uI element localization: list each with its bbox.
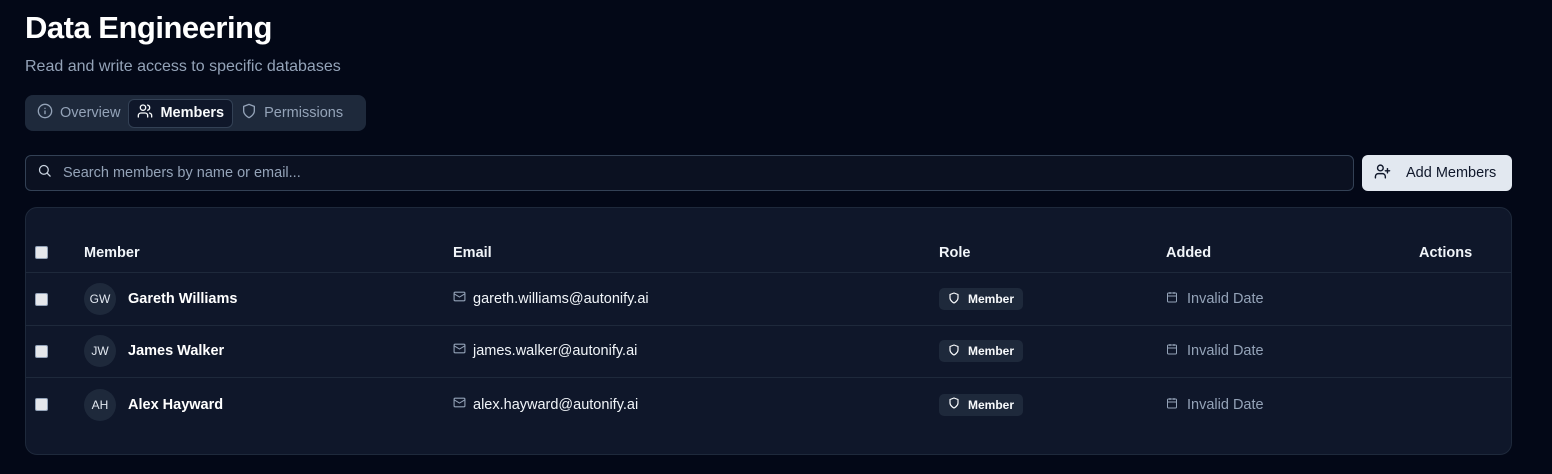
added-date: Invalid Date	[1187, 343, 1264, 359]
added-cell: Invalid Date	[1166, 273, 1264, 325]
row-checkbox[interactable]	[35, 398, 48, 411]
shield-icon	[948, 343, 960, 359]
added-date: Invalid Date	[1187, 291, 1264, 307]
role-cell: Member	[939, 378, 1024, 431]
add-members-button[interactable]: Add Members	[1362, 155, 1512, 191]
added-cell: Invalid Date	[1166, 325, 1264, 377]
role-badge: Member	[939, 288, 1024, 310]
member-email: gareth.williams@autonify.ai	[473, 291, 649, 307]
email-cell: alex.hayward@autonify.ai	[453, 378, 638, 431]
avatar: AH	[84, 388, 116, 421]
role-badge: Member	[939, 340, 1024, 362]
row-checkbox[interactable]	[35, 292, 48, 306]
mail-icon	[453, 290, 466, 308]
avatar: GW	[84, 283, 116, 315]
search-input[interactable]	[63, 165, 1263, 181]
calendar-icon	[1166, 342, 1178, 360]
member-name: Alex Hayward	[128, 396, 224, 413]
role-badge: Member	[939, 393, 1024, 416]
select-all-cell	[35, 233, 48, 272]
added-date: Invalid Date	[1187, 396, 1264, 413]
table-row[interactable]: JW James Walker james.walker@autonify.ai…	[26, 325, 1511, 378]
add-members-label: Add Members	[1406, 165, 1497, 181]
column-header-role[interactable]: Role	[939, 233, 970, 272]
row-select-cell	[35, 378, 48, 431]
page: Data Engineering Read and write access t…	[0, 0, 1552, 474]
member-cell: AH Alex Hayward	[84, 378, 223, 431]
shield-icon	[241, 103, 257, 123]
tab-overview[interactable]: Overview	[29, 99, 128, 128]
column-header-member[interactable]: Member	[84, 233, 140, 272]
member-name: James Walker	[128, 343, 225, 359]
shield-icon	[948, 397, 960, 412]
row-select-cell	[35, 273, 48, 325]
column-header-email[interactable]: Email	[453, 233, 492, 272]
page-title: Data Engineering	[25, 10, 272, 45]
members-table: Member Email Role Added Actions GW Garet…	[25, 207, 1512, 455]
tab-overview-label: Overview	[60, 105, 121, 121]
search-bar	[25, 155, 1354, 191]
tab-permissions[interactable]: Permissions	[233, 99, 351, 128]
search-icon	[37, 163, 52, 183]
email-cell: james.walker@autonify.ai	[453, 325, 637, 377]
info-icon	[37, 103, 53, 123]
mail-icon	[453, 342, 466, 360]
table-header: Member Email Role Added Actions	[26, 233, 1511, 273]
tab-bar: Overview Members Permissions	[25, 95, 366, 131]
calendar-icon	[1166, 290, 1178, 308]
column-header-actions: Actions	[1419, 244, 1473, 261]
calendar-icon	[1166, 396, 1178, 414]
member-cell: GW Gareth Williams	[84, 273, 237, 325]
tab-members-label: Members	[160, 105, 225, 121]
role-label: Member	[968, 344, 1015, 358]
role-cell: Member	[939, 325, 1024, 377]
table-row[interactable]: GW Gareth Williams gareth.williams@auton…	[26, 273, 1511, 326]
users-icon	[137, 103, 153, 123]
member-email: james.walker@autonify.ai	[473, 343, 638, 359]
page-subtitle: Read and write access to specific databa…	[25, 58, 341, 75]
role-label: Member	[968, 292, 1015, 306]
row-checkbox[interactable]	[35, 344, 48, 358]
member-email: alex.hayward@autonify.ai	[473, 396, 639, 413]
table-row[interactable]: AH Alex Hayward alex.hayward@autonify.ai…	[26, 378, 1511, 431]
member-cell: JW James Walker	[84, 325, 224, 377]
avatar: JW	[84, 335, 116, 367]
mail-icon	[453, 396, 466, 414]
role-label: Member	[968, 397, 1015, 412]
tab-permissions-label: Permissions	[264, 105, 344, 121]
select-all-checkbox[interactable]	[35, 246, 48, 259]
user-plus-icon	[1374, 163, 1391, 184]
column-header-added[interactable]: Added	[1166, 233, 1211, 272]
tab-members[interactable]: Members	[128, 98, 234, 128]
role-cell: Member	[939, 273, 1024, 325]
row-select-cell	[35, 325, 48, 377]
shield-icon	[948, 291, 960, 307]
member-name: Gareth Williams	[128, 291, 238, 307]
email-cell: gareth.williams@autonify.ai	[453, 273, 649, 325]
added-cell: Invalid Date	[1166, 378, 1264, 431]
